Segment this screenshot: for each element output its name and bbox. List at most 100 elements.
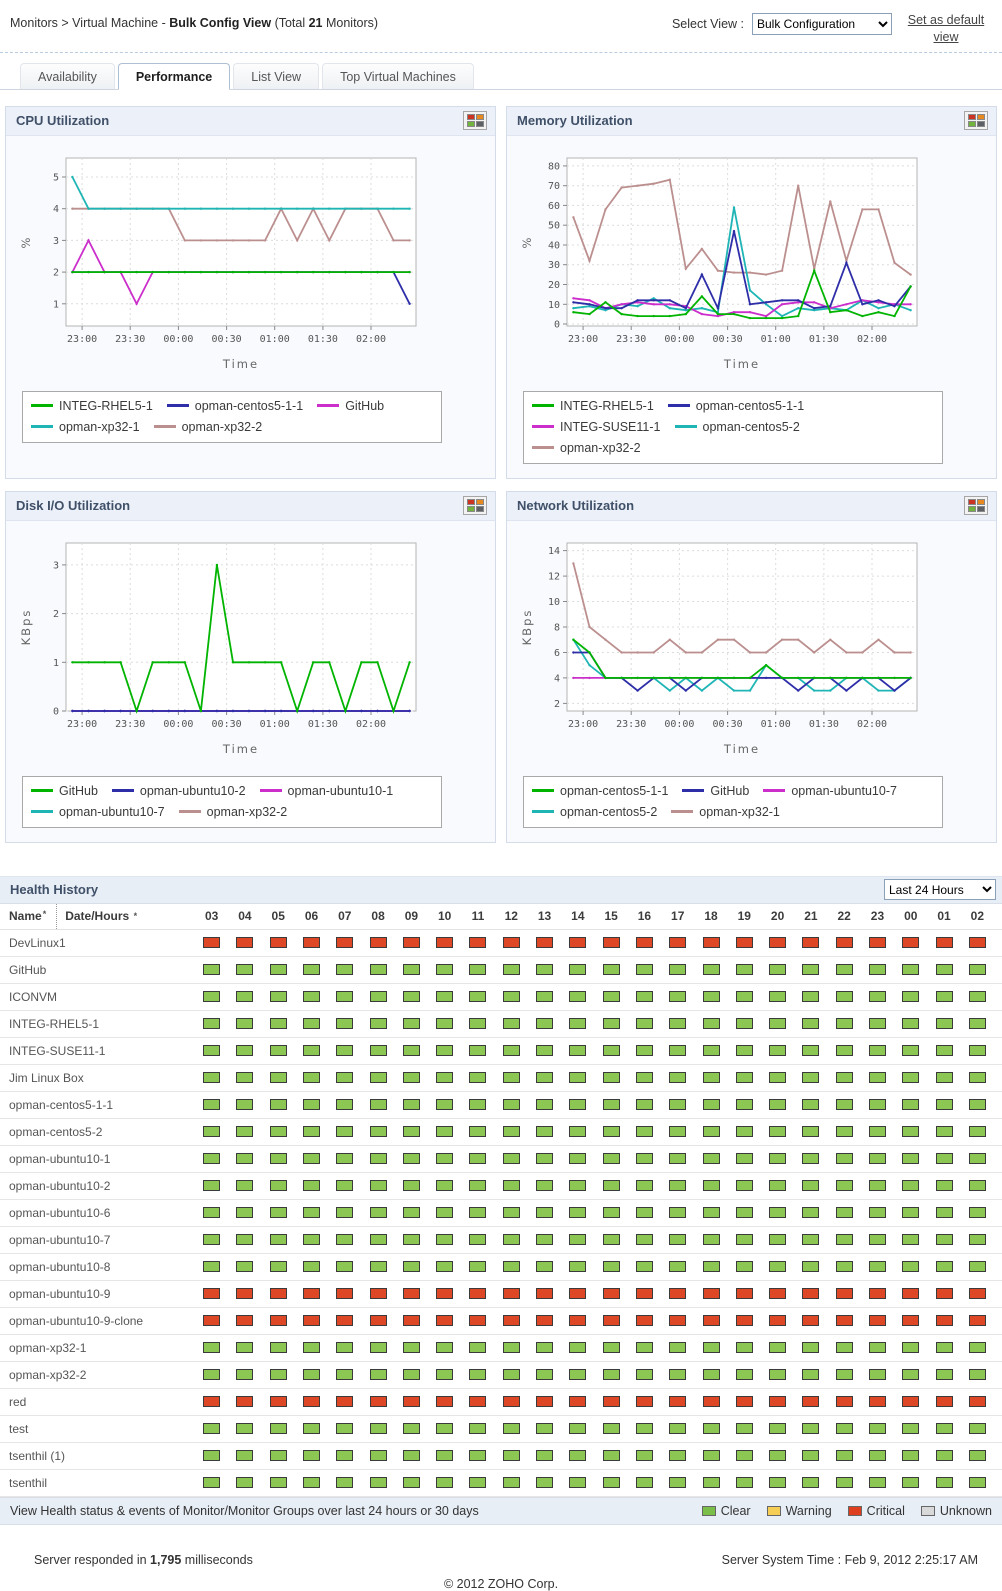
health-cell-clear[interactable] bbox=[602, 1153, 620, 1165]
health-cell-clear[interactable] bbox=[336, 991, 354, 1003]
health-cell-clear[interactable] bbox=[935, 1477, 953, 1489]
health-cell-critical[interactable] bbox=[735, 1288, 753, 1300]
health-cell-clear[interactable] bbox=[336, 1180, 354, 1192]
health-cell-clear[interactable] bbox=[935, 1018, 953, 1030]
health-cell-clear[interactable] bbox=[469, 1423, 487, 1435]
health-cell-clear[interactable] bbox=[536, 1045, 554, 1057]
health-cell-critical[interactable] bbox=[502, 937, 520, 949]
health-cell-clear[interactable] bbox=[269, 1369, 287, 1381]
health-cell-clear[interactable] bbox=[436, 1369, 454, 1381]
health-cell-clear[interactable] bbox=[469, 964, 487, 976]
health-cell-critical[interactable] bbox=[669, 1288, 687, 1300]
health-cell-critical[interactable] bbox=[236, 1315, 254, 1327]
health-cell-clear[interactable] bbox=[402, 1207, 420, 1219]
health-cell-clear[interactable] bbox=[436, 1423, 454, 1435]
health-cell-critical[interactable] bbox=[336, 1396, 354, 1408]
health-cell-clear[interactable] bbox=[369, 964, 387, 976]
health-cell-clear[interactable] bbox=[802, 1423, 820, 1435]
health-cell-critical[interactable] bbox=[569, 1396, 587, 1408]
health-cell-clear[interactable] bbox=[602, 1423, 620, 1435]
hour-column-header[interactable]: 00 bbox=[894, 909, 927, 923]
health-cell-clear[interactable] bbox=[902, 964, 920, 976]
health-cell-clear[interactable] bbox=[769, 1369, 787, 1381]
health-cell-clear[interactable] bbox=[902, 991, 920, 1003]
health-cell-clear[interactable] bbox=[469, 991, 487, 1003]
health-cell-critical[interactable] bbox=[436, 1288, 454, 1300]
health-cell-critical[interactable] bbox=[569, 1288, 587, 1300]
health-cell-critical[interactable] bbox=[203, 937, 221, 949]
health-cell-clear[interactable] bbox=[569, 1099, 587, 1111]
health-cell-critical[interactable] bbox=[236, 1396, 254, 1408]
health-cell-clear[interactable] bbox=[336, 1369, 354, 1381]
health-cell-clear[interactable] bbox=[336, 1126, 354, 1138]
health-cell-clear[interactable] bbox=[502, 1261, 520, 1273]
hour-column-header[interactable]: 22 bbox=[828, 909, 861, 923]
health-cell-clear[interactable] bbox=[902, 1045, 920, 1057]
health-cell-clear[interactable] bbox=[769, 1234, 787, 1246]
health-cell-clear[interactable] bbox=[802, 1207, 820, 1219]
health-cell-clear[interactable] bbox=[236, 1018, 254, 1030]
health-cell-critical[interactable] bbox=[669, 1396, 687, 1408]
health-cell-clear[interactable] bbox=[469, 1072, 487, 1084]
health-cell-clear[interactable] bbox=[868, 964, 886, 976]
monitor-name[interactable]: INTEG-RHEL5-1 bbox=[0, 1017, 195, 1031]
health-cell-clear[interactable] bbox=[735, 1207, 753, 1219]
health-cell-clear[interactable] bbox=[802, 1018, 820, 1030]
health-cell-clear[interactable] bbox=[769, 1423, 787, 1435]
health-cell-clear[interactable] bbox=[569, 964, 587, 976]
health-cell-clear[interactable] bbox=[835, 1261, 853, 1273]
hour-column-header[interactable]: 15 bbox=[595, 909, 628, 923]
health-cell-clear[interactable] bbox=[602, 1126, 620, 1138]
health-cell-clear[interactable] bbox=[536, 1207, 554, 1219]
health-cell-clear[interactable] bbox=[669, 1369, 687, 1381]
health-cell-clear[interactable] bbox=[968, 1342, 986, 1354]
health-cell-clear[interactable] bbox=[502, 1234, 520, 1246]
health-cell-clear[interactable] bbox=[669, 1207, 687, 1219]
health-cell-critical[interactable] bbox=[469, 937, 487, 949]
hour-column-header[interactable]: 08 bbox=[361, 909, 394, 923]
health-cell-clear[interactable] bbox=[669, 1423, 687, 1435]
health-cell-critical[interactable] bbox=[702, 937, 720, 949]
health-cell-clear[interactable] bbox=[436, 1153, 454, 1165]
health-cell-clear[interactable] bbox=[236, 964, 254, 976]
health-cell-clear[interactable] bbox=[469, 1234, 487, 1246]
health-cell-clear[interactable] bbox=[236, 1180, 254, 1192]
health-cell-clear[interactable] bbox=[436, 1018, 454, 1030]
health-cell-critical[interactable] bbox=[269, 1396, 287, 1408]
health-cell-critical[interactable] bbox=[902, 1288, 920, 1300]
health-cell-clear[interactable] bbox=[203, 1261, 221, 1273]
health-cell-clear[interactable] bbox=[735, 1342, 753, 1354]
health-cell-clear[interactable] bbox=[735, 1153, 753, 1165]
health-cell-clear[interactable] bbox=[502, 1126, 520, 1138]
hour-column-header[interactable]: 23 bbox=[861, 909, 894, 923]
monitor-name[interactable]: INTEG-SUSE11-1 bbox=[0, 1044, 195, 1058]
health-cell-clear[interactable] bbox=[602, 1045, 620, 1057]
health-cell-clear[interactable] bbox=[569, 1261, 587, 1273]
health-cell-clear[interactable] bbox=[369, 1153, 387, 1165]
health-cell-clear[interactable] bbox=[902, 1369, 920, 1381]
health-cell-clear[interactable] bbox=[203, 1018, 221, 1030]
health-cell-clear[interactable] bbox=[236, 1207, 254, 1219]
health-cell-clear[interactable] bbox=[702, 1477, 720, 1489]
health-cell-critical[interactable] bbox=[802, 937, 820, 949]
health-cell-clear[interactable] bbox=[669, 1072, 687, 1084]
health-cell-clear[interactable] bbox=[868, 1450, 886, 1462]
health-cell-critical[interactable] bbox=[702, 1288, 720, 1300]
hour-column-header[interactable]: 06 bbox=[295, 909, 328, 923]
health-cell-clear[interactable] bbox=[536, 1099, 554, 1111]
health-cell-clear[interactable] bbox=[702, 1207, 720, 1219]
health-cell-clear[interactable] bbox=[369, 1423, 387, 1435]
health-cell-clear[interactable] bbox=[769, 1018, 787, 1030]
health-cell-clear[interactable] bbox=[203, 1207, 221, 1219]
health-cell-clear[interactable] bbox=[502, 1477, 520, 1489]
health-cell-clear[interactable] bbox=[569, 1072, 587, 1084]
health-cell-clear[interactable] bbox=[569, 1234, 587, 1246]
health-cell-clear[interactable] bbox=[868, 1099, 886, 1111]
health-cell-clear[interactable] bbox=[536, 1369, 554, 1381]
health-cell-clear[interactable] bbox=[436, 964, 454, 976]
health-cell-clear[interactable] bbox=[902, 1234, 920, 1246]
health-cell-clear[interactable] bbox=[402, 964, 420, 976]
health-cell-critical[interactable] bbox=[868, 1396, 886, 1408]
health-cell-clear[interactable] bbox=[536, 1342, 554, 1354]
health-cell-clear[interactable] bbox=[236, 1045, 254, 1057]
